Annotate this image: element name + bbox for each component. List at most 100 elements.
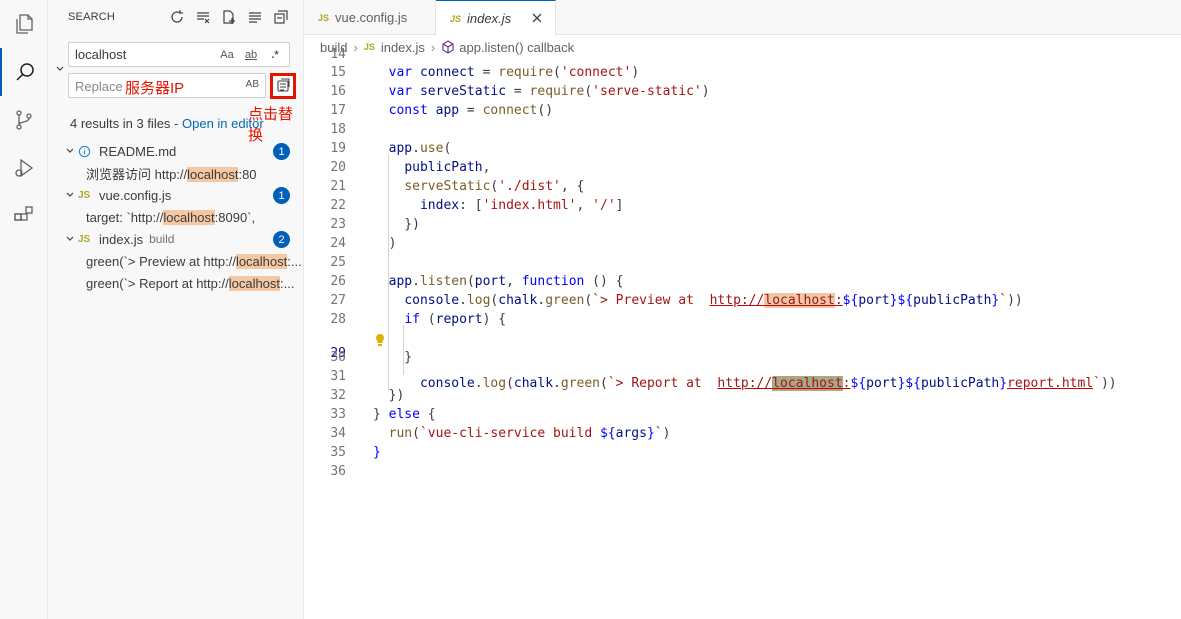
code-text: run(`vue-cli-service build ${args}`) [388,426,671,441]
code-text: console.log(chalk.green(`> Preview at ht… [404,293,1023,308]
code-line: 26 app.listen(port, function () { [304,274,1181,293]
line-number: 16 [330,84,346,99]
code-line: 35} [304,445,1181,464]
view-as-list-icon[interactable] [246,8,264,26]
code-line: 28 if (report) { [304,312,1181,331]
match-count-badge: 2 [273,231,290,248]
code-text: var connect = require('connect') [388,65,640,80]
match-prefix: 浏览器访问 http:// [86,166,188,182]
replace-placeholder: Replace [75,79,123,94]
match-prefix: green(`> Preview at http:// [86,253,236,269]
open-in-editor-link[interactable]: Open in editor [182,116,264,131]
result-file-name: index.js [99,231,144,247]
code-editor[interactable]: 14 15 var connect = require('connect') 1… [304,47,1181,619]
result-file-name: vue.config.js [99,187,172,203]
code-line: 32 }) [304,388,1181,407]
editor-tabs: JS vue.config.js JS index.js [304,0,1181,36]
chevron-down-icon[interactable] [62,234,78,244]
line-number: 17 [330,103,346,118]
code-line: 25 [304,255,1181,274]
match-suffix: :... [287,253,302,269]
code-text: if (report) { [404,312,507,327]
code-line: 30 } [304,350,1181,369]
refresh-icon[interactable] [168,8,186,26]
source-control-icon[interactable] [0,96,48,144]
line-number: 33 [330,407,346,422]
line-number: 15 [330,65,346,80]
line-number: 34 [330,426,346,441]
match-suffix: :8090`, [214,209,256,225]
whole-word-toggle[interactable]: ab [241,46,261,64]
tab-label: index.js [467,11,512,26]
search-input-value: localhost [75,47,127,62]
collapse-all-icon[interactable] [272,8,290,26]
run-debug-icon[interactable] [0,144,48,192]
line-number: 21 [330,179,346,194]
result-match[interactable]: target: `http://localhost:8090`, [48,206,304,228]
line-number: 26 [330,274,346,289]
chevron-down-icon[interactable] [62,190,78,200]
close-icon[interactable] [529,10,545,26]
line-number: 27 [330,293,346,308]
js-file-icon: JS [318,12,330,23]
match-count-badge: 1 [273,187,290,204]
code-line: 19 app.use( [304,141,1181,160]
code-line: 21 serveStatic('./dist', { [304,179,1181,198]
new-search-editor-icon[interactable] [220,8,238,26]
search-sidebar: SEARCH localhost Aa ab .* Replace 服务器IP … [48,0,304,619]
js-file-icon: JS [78,189,91,201]
result-match[interactable]: green(`> Preview at http://localhost:... [48,250,304,272]
search-options: Aa ab .* [217,46,285,64]
result-match[interactable]: green(`> Report at http://localhost:... [48,272,304,294]
code-text: }) [373,388,405,403]
search-icon[interactable] [0,48,48,96]
code-line: 18 [304,122,1181,141]
match-case-toggle[interactable]: Aa [217,46,237,64]
chevron-down-icon[interactable] [62,146,78,156]
line-number: 24 [330,236,346,251]
replace-annotation: 服务器IP [125,80,185,97]
code-line: 15 var connect = require('connect') [304,65,1181,84]
code-line: 31 [304,369,1181,388]
line-number: 20 [330,160,346,175]
lightbulb-icon[interactable] [374,333,386,347]
code-line: 22 index: ['index.html', '/'] [304,198,1181,217]
results-tree: README.md 1 浏览器访问 http://localhost:80 JS… [48,140,304,294]
js-file-icon: JS [78,233,91,245]
code-line: 27 console.log(chalk.green(`> Preview at… [304,293,1181,312]
replace-all-icon [277,78,290,92]
code-line: 24 ) [304,236,1181,255]
tab-index-js[interactable]: JS index.js [436,0,556,36]
tab-vue-config[interactable]: JS vue.config.js [304,0,436,35]
result-file-index-js[interactable]: JS index.js build 2 [48,228,304,250]
clear-results-icon[interactable] [194,8,212,26]
line-number: 25 [330,255,346,270]
code-text: ) [373,236,397,251]
explorer-icon[interactable] [0,0,48,48]
regex-toggle[interactable]: .* [265,46,285,64]
match-highlight: localhost [187,166,239,182]
code-text: } [373,445,381,460]
code-text: app.listen(port, function () { [388,274,624,289]
code-line: 34 run(`vue-cli-service build ${args}`) [304,426,1181,445]
line-number: 28 [330,312,346,327]
extensions-icon[interactable] [0,192,48,240]
code-text: } [373,350,413,365]
result-file-readme[interactable]: README.md 1 [48,140,304,162]
code-line: 36 [304,464,1181,483]
line-number: 32 [330,388,346,403]
search-input[interactable]: localhost Aa ab .* [68,42,290,67]
preserve-case-toggle[interactable]: AB [246,79,259,90]
info-icon [78,145,96,158]
replace-input[interactable]: Replace 服务器IP AB [68,73,266,98]
chevron-down-icon[interactable] [53,62,67,76]
tab-label: vue.config.js [335,10,408,25]
result-match[interactable]: 浏览器访问 http://localhost:80 [48,162,304,184]
match-suffix: :... [280,275,295,291]
match-prefix: target: `http:// [86,209,164,225]
replace-all-button[interactable] [270,73,296,99]
code-line: 16 var serveStatic = require('serve-stat… [304,84,1181,103]
result-file-vue-config[interactable]: JS vue.config.js 1 [48,184,304,206]
sidebar-actions [168,8,290,26]
code-text: app.use( [388,141,452,156]
